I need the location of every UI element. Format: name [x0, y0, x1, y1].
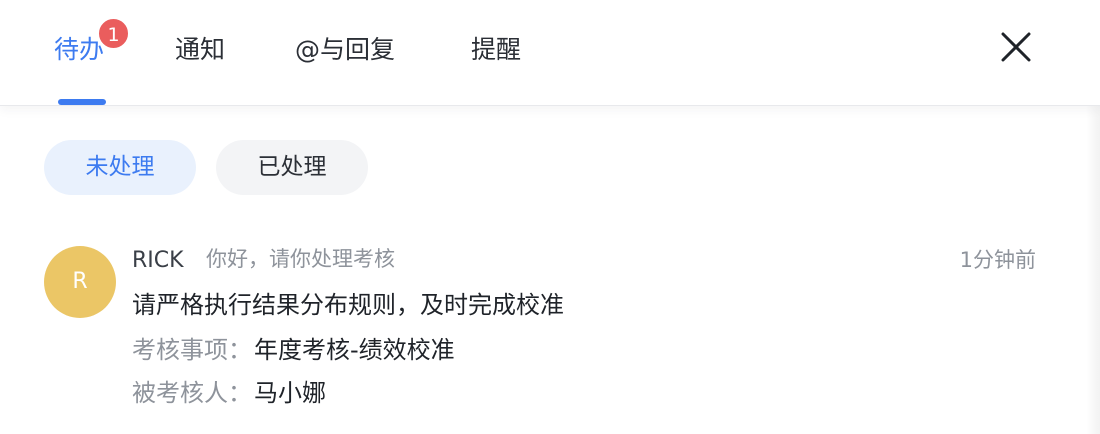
- review-item-value: 年度考核-绩效校准: [254, 336, 455, 364]
- tab-remind[interactable]: 提醒: [471, 30, 521, 70]
- notification-panel: 待办 1 通知 @与回复 提醒 未处理 已处理 R RICK 你好，请你处理考核…: [0, 0, 1100, 434]
- filter-done-button[interactable]: 已处理: [216, 140, 368, 195]
- message-title: 请严格执行结果分布规则，及时完成校准: [132, 291, 564, 319]
- reviewee-label: 被考核人：: [132, 379, 252, 407]
- review-item-row: 考核事项：年度考核-绩效校准: [132, 333, 455, 367]
- sender-name: RICK: [132, 248, 184, 273]
- review-item-label: 考核事项：: [132, 336, 252, 364]
- tab-mention-reply[interactable]: @与回复: [295, 30, 395, 70]
- filter-pending-button[interactable]: 未处理: [44, 140, 196, 195]
- tab-bar: 待办 1 通知 @与回复 提醒: [0, 0, 1100, 106]
- message-greeting: 你好，请你处理考核: [206, 247, 395, 271]
- message-time: 1分钟前: [959, 248, 1036, 272]
- active-tab-indicator: [58, 99, 106, 105]
- reviewee-value: 马小娜: [254, 379, 326, 407]
- tab-notice[interactable]: 通知: [175, 30, 225, 70]
- close-icon: [1001, 32, 1031, 62]
- reviewee-row: 被考核人：马小娜: [132, 376, 326, 410]
- avatar: R: [44, 246, 116, 318]
- close-button[interactable]: [995, 26, 1037, 68]
- todo-count-badge: 1: [97, 17, 130, 50]
- edge-shadow: [1086, 62, 1100, 434]
